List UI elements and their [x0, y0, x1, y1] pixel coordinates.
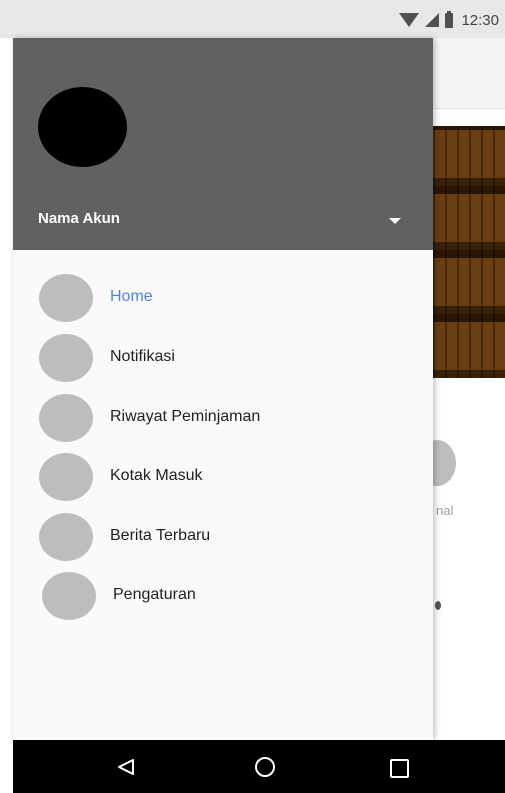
home-icon[interactable]: [255, 757, 275, 777]
menu-item-label: Notifikasi: [110, 348, 175, 365]
home-menu-icon: [39, 274, 93, 322]
status-time: 12:30: [461, 11, 499, 29]
settings-menu-icon: [42, 572, 96, 620]
news-menu-icon: [39, 513, 93, 561]
background-library-image: [433, 126, 505, 378]
avatar[interactable]: [38, 87, 127, 167]
menu-item-label: Kotak Masuk: [110, 467, 203, 484]
background-menu-label: nal: [436, 503, 454, 518]
navigation-drawer: Nama Akun Home Notifikasi Riwayat Peminj…: [13, 38, 433, 740]
notification-menu-icon: [39, 334, 93, 382]
background-dot: [435, 601, 441, 610]
system-nav-bar: [13, 740, 505, 793]
account-name: Nama Akun: [38, 210, 120, 227]
recents-icon[interactable]: [390, 759, 409, 778]
inbox-menu-icon: [39, 453, 93, 501]
menu-item-label: Home: [110, 288, 153, 305]
menu-item-label: Pengaturan: [113, 586, 196, 603]
history-menu-icon: [39, 394, 93, 442]
menu-item-label: Berita Terbaru: [110, 527, 211, 544]
wifi-icon: [399, 13, 420, 27]
account-dropdown-icon[interactable]: [389, 218, 401, 224]
status-bar: 12:30: [0, 0, 505, 38]
drawer-header: Nama Akun: [13, 38, 433, 250]
menu-item-pengaturan[interactable]: Pengaturan: [13, 568, 433, 624]
menu-item-berita-terbaru[interactable]: Berita Terbaru: [13, 509, 433, 565]
menu-item-notifikasi[interactable]: Notifikasi: [13, 330, 433, 386]
status-icons: 12:30: [399, 10, 499, 30]
menu-item-kotak-masuk[interactable]: Kotak Masuk: [13, 449, 433, 505]
battery-icon: [445, 10, 454, 28]
menu-item-label: Riwayat Peminjaman: [110, 408, 261, 425]
back-icon[interactable]: [117, 758, 135, 776]
menu-item-home[interactable]: Home: [13, 270, 433, 326]
menu-item-riwayat-peminjaman[interactable]: Riwayat Peminjaman: [13, 390, 433, 446]
signal-icon: [425, 13, 440, 27]
